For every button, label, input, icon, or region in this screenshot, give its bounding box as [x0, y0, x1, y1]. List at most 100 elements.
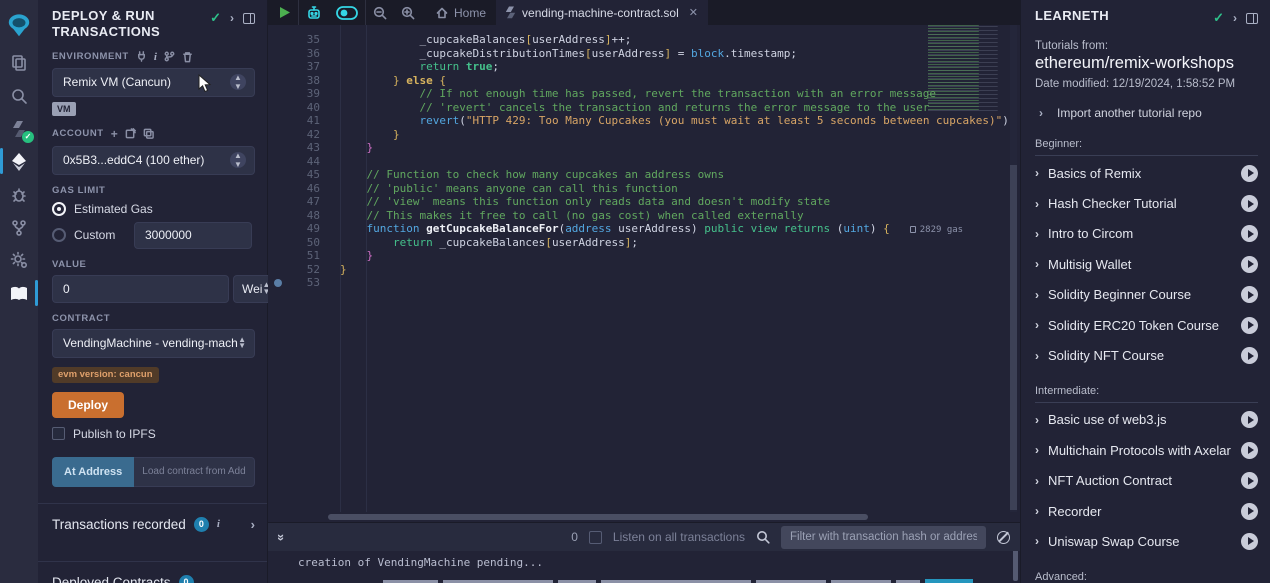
- play-tutorial-button[interactable]: [1241, 533, 1258, 550]
- learneth-icon[interactable]: [0, 277, 38, 310]
- panel-pin-icon[interactable]: [243, 13, 255, 24]
- zoom-in-icon[interactable]: [394, 0, 422, 25]
- at-address-input[interactable]: [134, 457, 255, 487]
- breakpoint-dot[interactable]: [274, 279, 282, 287]
- assistant-toggle-icon[interactable]: [329, 0, 365, 25]
- transactions-info-icon[interactable]: i: [217, 518, 220, 530]
- scrollbar-thumb[interactable]: [328, 514, 868, 520]
- copy-account-icon[interactable]: [143, 128, 154, 139]
- ai-assistant-robot-icon[interactable]: [299, 0, 329, 25]
- terminal-search-icon[interactable]: [756, 530, 770, 544]
- breakpoint-margin[interactable]: [268, 236, 290, 250]
- deploy-button[interactable]: Deploy: [52, 392, 124, 418]
- breakpoint-margin[interactable]: [268, 249, 290, 263]
- play-tutorial-button[interactable]: [1241, 411, 1258, 428]
- debugger-icon[interactable]: [0, 178, 38, 211]
- contract-select[interactable]: VendingMachine - vending-machin ▲▼: [52, 329, 255, 358]
- play-tutorial-button[interactable]: [1241, 286, 1258, 303]
- deploy-and-run-icon[interactable]: [0, 145, 38, 178]
- custom-gas-input[interactable]: [134, 222, 252, 249]
- breakpoint-margin[interactable]: [268, 101, 290, 115]
- fork-environment-icon[interactable]: [164, 51, 175, 62]
- breakpoint-margin[interactable]: [268, 182, 290, 196]
- tutorial-item[interactable]: ›Hash Checker Tutorial: [1035, 188, 1258, 218]
- play-tutorial-button[interactable]: [1241, 225, 1258, 242]
- collapse-terminal-icon[interactable]: »: [274, 533, 289, 540]
- custom-gas-radio[interactable]: [52, 228, 66, 242]
- zoom-out-icon[interactable]: [366, 0, 394, 25]
- add-account-icon[interactable]: +: [111, 127, 119, 141]
- edit-account-icon[interactable]: [125, 128, 136, 139]
- play-tutorial-button[interactable]: [1241, 503, 1258, 520]
- breakpoint-margin[interactable]: [268, 209, 290, 223]
- play-tutorial-button[interactable]: [1241, 165, 1258, 182]
- tab-vending-machine-contract[interactable]: vending-machine-contract.sol ✕: [496, 0, 708, 25]
- deployed-contracts-row[interactable]: Deployed Contracts 0: [52, 562, 255, 583]
- tab-home[interactable]: Home: [426, 0, 496, 25]
- solidity-compiler-icon[interactable]: ✓: [0, 112, 38, 145]
- delete-environment-icon[interactable]: [182, 51, 193, 63]
- terminal-scrollbar[interactable]: [1013, 551, 1018, 581]
- publish-ipfs-checkbox[interactable]: [52, 427, 65, 440]
- breakpoint-margin[interactable]: [268, 87, 290, 101]
- terminal-output[interactable]: creation of VendingMachine pending...: [268, 551, 1020, 583]
- value-input[interactable]: [52, 275, 229, 303]
- minimap[interactable]: [924, 25, 1006, 111]
- tutorial-item[interactable]: ›NFT Auction Contract: [1035, 466, 1258, 496]
- environment-select[interactable]: Remix VM (Cancun) ▲▼: [52, 68, 255, 97]
- close-tab-icon[interactable]: ✕: [689, 6, 698, 19]
- transactions-expand-icon[interactable]: ›: [251, 517, 255, 532]
- tutorial-item[interactable]: ›Basics of Remix: [1035, 158, 1258, 188]
- import-tutorial-repo[interactable]: › Import another tutorial repo: [1039, 106, 1258, 120]
- settings-icon[interactable]: [0, 244, 38, 277]
- account-select[interactable]: 0x5B3...eddC4 (100 ether) ▲▼: [52, 146, 255, 175]
- breakpoint-margin[interactable]: [268, 263, 290, 277]
- tutorial-item[interactable]: ›Recorder: [1035, 496, 1258, 526]
- breakpoint-margin[interactable]: [268, 128, 290, 142]
- tutorial-item[interactable]: ›Solidity NFT Course: [1035, 340, 1258, 370]
- clear-console-icon[interactable]: [997, 531, 1010, 544]
- breakpoint-margin[interactable]: [268, 114, 290, 128]
- breakpoint-margin[interactable]: [268, 33, 290, 47]
- tutorial-item[interactable]: ›Intro to Circom: [1035, 219, 1258, 249]
- code-editor[interactable]: 35 _cupcakeBalances[userAddress]++;36 _c…: [268, 25, 1020, 512]
- remix-logo[interactable]: [0, 6, 38, 46]
- at-address-button[interactable]: At Address: [52, 457, 134, 487]
- search-icon[interactable]: [0, 79, 38, 112]
- tutorial-item[interactable]: ›Basic use of web3.js: [1035, 405, 1258, 435]
- play-tutorial-button[interactable]: [1241, 442, 1258, 459]
- breakpoint-margin[interactable]: [268, 141, 290, 155]
- editor-vertical-scrollbar[interactable]: [1010, 25, 1017, 512]
- transactions-recorded-row[interactable]: Transactions recorded 0 i ›: [52, 504, 255, 545]
- breakpoint-margin[interactable]: [268, 60, 290, 74]
- tutorial-item[interactable]: ›Solidity ERC20 Token Course: [1035, 310, 1258, 340]
- breakpoint-margin[interactable]: [268, 155, 290, 169]
- breakpoint-margin[interactable]: [268, 168, 290, 182]
- learneth-pin-icon[interactable]: [1246, 13, 1258, 24]
- estimated-gas-radio[interactable]: [52, 202, 66, 216]
- learneth-expand-icon[interactable]: ›: [1233, 11, 1237, 25]
- terminal-filter-input[interactable]: [781, 526, 986, 549]
- run-script-icon[interactable]: [272, 0, 298, 25]
- play-tutorial-button[interactable]: [1241, 317, 1258, 334]
- scrollbar-thumb[interactable]: [1010, 165, 1017, 510]
- tutorial-item[interactable]: ›Multichain Protocols with Axelar: [1035, 435, 1258, 465]
- tutorial-item[interactable]: ›Multisig Wallet: [1035, 249, 1258, 279]
- play-tutorial-button[interactable]: [1241, 195, 1258, 212]
- tutorial-item[interactable]: ›Uniswap Swap Course: [1035, 526, 1258, 556]
- editor-horizontal-scrollbar[interactable]: [268, 512, 1020, 522]
- git-icon[interactable]: [0, 211, 38, 244]
- listen-all-transactions-checkbox[interactable]: [589, 531, 602, 544]
- environment-info-icon[interactable]: i: [154, 51, 158, 63]
- breakpoint-margin[interactable]: [268, 276, 290, 290]
- breakpoint-margin[interactable]: [268, 222, 290, 236]
- breakpoint-margin[interactable]: [268, 47, 290, 61]
- panel-expand-icon[interactable]: ›: [230, 11, 234, 25]
- breakpoint-margin[interactable]: [268, 74, 290, 88]
- play-tutorial-button[interactable]: [1241, 256, 1258, 273]
- plug-icon[interactable]: [136, 51, 147, 62]
- file-explorer-icon[interactable]: [0, 46, 38, 79]
- play-tutorial-button[interactable]: [1241, 347, 1258, 364]
- tutorial-item[interactable]: ›Solidity Beginner Course: [1035, 280, 1258, 310]
- play-tutorial-button[interactable]: [1241, 472, 1258, 489]
